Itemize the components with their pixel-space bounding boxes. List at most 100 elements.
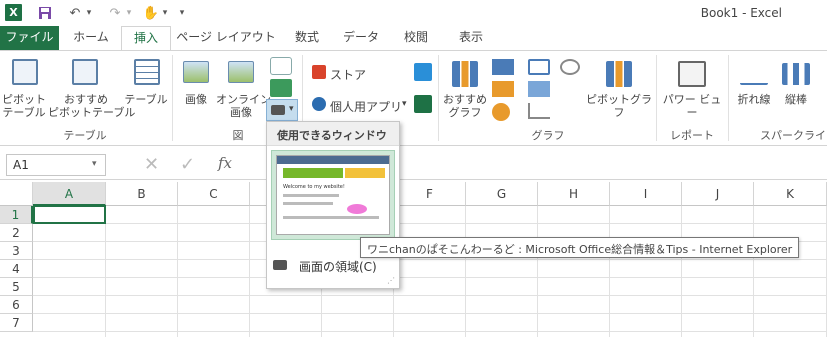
tab-page-layout[interactable]: ページ レイアウト (174, 26, 278, 50)
tab-data[interactable]: データ (335, 26, 387, 50)
group-label-table: テーブル (63, 129, 107, 142)
store-button[interactable]: ストア (330, 66, 366, 83)
pivot-chart-label: ピボットグラフ (586, 93, 652, 119)
thumbnail-titlebar (277, 156, 389, 164)
screenshot-button[interactable]: ▾ (266, 99, 298, 121)
screenshot-dropdown-icon: ▾ (289, 104, 294, 114)
smartart-icon[interactable] (270, 79, 292, 97)
group-separator (172, 55, 173, 141)
tab-insert[interactable]: 挿入 (121, 26, 171, 51)
column-chart-icon[interactable] (492, 59, 514, 75)
recommended-charts-button[interactable]: おすすめ グラフ (442, 55, 488, 125)
thumbnail-line (283, 202, 333, 205)
row-header-6[interactable]: 6 (0, 296, 33, 314)
thumbnail-line (283, 194, 339, 197)
worksheet-grid: ABCDEFGHIJK 1234567 (0, 182, 827, 337)
ribbon-tabs: ファイル ホーム 挿入 ページ レイアウト 数式 データ 校閲 表示 (0, 26, 827, 51)
online-picture-icon (228, 61, 254, 83)
picture-label: 画像 (185, 93, 207, 106)
bar-chart-icon[interactable] (492, 81, 514, 97)
shapes-icon[interactable] (270, 57, 292, 75)
name-box[interactable]: A1 (6, 154, 106, 176)
area-chart-icon[interactable] (528, 81, 550, 97)
sheet-row[interactable] (33, 278, 827, 296)
recommended-charts-label: おすすめ グラフ (443, 93, 487, 119)
column-header-c[interactable]: C (178, 182, 250, 206)
scatter-chart-icon[interactable] (528, 103, 550, 119)
enter-icon[interactable]: ✓ (180, 154, 202, 176)
resize-grip-icon[interactable]: ⋰ (387, 276, 395, 285)
row-header-7[interactable]: 7 (0, 314, 33, 332)
table-button[interactable]: テーブル (124, 55, 168, 125)
sparkline-line-label: 折れ線 (737, 93, 771, 106)
tab-view[interactable]: 表示 (445, 26, 497, 50)
tab-file[interactable]: ファイル (0, 26, 59, 50)
select-all-corner[interactable] (0, 182, 33, 206)
my-apps-dropdown-icon[interactable]: ▾ (402, 99, 407, 109)
my-apps-button[interactable]: 個人用アプリ (330, 98, 402, 115)
window-title: Book1 - Excel (700, 6, 782, 20)
cancel-icon[interactable]: ✕ (144, 154, 166, 176)
group-label-charts: グラフ (531, 129, 565, 142)
column-header-a[interactable]: A (33, 182, 106, 206)
people-graph-icon[interactable] (414, 95, 432, 113)
thumbnail-text: Welcome to my website! (283, 184, 345, 190)
column-header-f[interactable]: F (394, 182, 466, 206)
thumbnail-pink-shape (347, 204, 367, 214)
row-header-4[interactable]: 4 (0, 260, 33, 278)
sheet-row[interactable] (33, 296, 827, 314)
pivot-chart-button[interactable]: ピボットグラフ (584, 55, 654, 125)
sparkline-line-button[interactable]: 折れ線 (732, 55, 776, 125)
recommended-pivot-icon (72, 59, 98, 85)
pie-chart-icon[interactable] (492, 103, 510, 121)
picture-button[interactable]: 画像 (176, 55, 216, 125)
thumbnail-line (283, 216, 379, 219)
sparkline-line-icon (740, 63, 768, 85)
online-picture-button[interactable]: オンライン 画像 (216, 55, 271, 125)
sparkline-column-label: 縦棒 (785, 93, 807, 106)
radar-chart-icon[interactable] (560, 59, 580, 75)
insert-function-icon[interactable]: fx (218, 154, 232, 172)
group-separator (728, 55, 729, 141)
active-cell[interactable] (33, 205, 106, 224)
column-header-g[interactable]: G (466, 182, 538, 206)
tab-home[interactable]: ホーム (62, 26, 120, 50)
column-header-j[interactable]: J (682, 182, 754, 206)
recommended-pivot-button[interactable]: おすすめ ピボットテーブル (48, 55, 135, 125)
thumbnail-banner (283, 168, 343, 178)
formula-bar: A1 ▾ ✕ ✓ fx (0, 150, 827, 180)
sheet-row[interactable] (33, 314, 827, 332)
thumbnail-preview: Welcome to my website! (276, 155, 390, 235)
tab-review[interactable]: 校閲 (390, 26, 442, 50)
bing-maps-icon[interactable] (414, 63, 432, 81)
row-header-5[interactable]: 5 (0, 278, 33, 296)
sheet-row[interactable] (33, 260, 827, 278)
group-separator (438, 55, 439, 141)
screenshot-dropdown: 使用できるウィンドウ Welcome to my website! 画面の領域(… (266, 121, 400, 289)
sheet-row[interactable] (33, 206, 827, 224)
column-header-k[interactable]: K (754, 182, 827, 206)
column-header-b[interactable]: B (106, 182, 178, 206)
thumbnail-ad (345, 168, 385, 178)
tab-formulas[interactable]: 数式 (282, 26, 332, 50)
pivot-table-button[interactable]: ピボット テーブル (2, 55, 46, 125)
group-separator (656, 55, 657, 141)
recommended-charts-icon (452, 61, 478, 87)
row-header-1[interactable]: 1 (0, 206, 33, 224)
column-header-h[interactable]: H (538, 182, 610, 206)
window-thumbnail[interactable]: Welcome to my website! (271, 150, 395, 240)
power-view-icon (678, 61, 706, 87)
pivot-chart-icon (606, 61, 632, 87)
screen-clipping-button[interactable]: 画面の領域(C) (299, 258, 377, 275)
sparkline-column-button[interactable]: 縦棒 (776, 55, 816, 125)
name-box-dropdown-icon[interactable]: ▾ (92, 159, 97, 169)
picture-icon (183, 61, 209, 83)
power-view-label: パワー ビュー (662, 93, 722, 119)
row-header-3[interactable]: 3 (0, 242, 33, 260)
line-chart-icon[interactable] (528, 59, 550, 75)
column-header-i[interactable]: I (610, 182, 682, 206)
row-header-2[interactable]: 2 (0, 224, 33, 242)
power-view-button[interactable]: パワー ビュー (660, 55, 724, 125)
window-tooltip: ワニchanのぱそこんわーるど : Microsoft Office総合情報＆T… (360, 237, 800, 258)
group-label-sparklines: スパークライン (760, 129, 827, 142)
